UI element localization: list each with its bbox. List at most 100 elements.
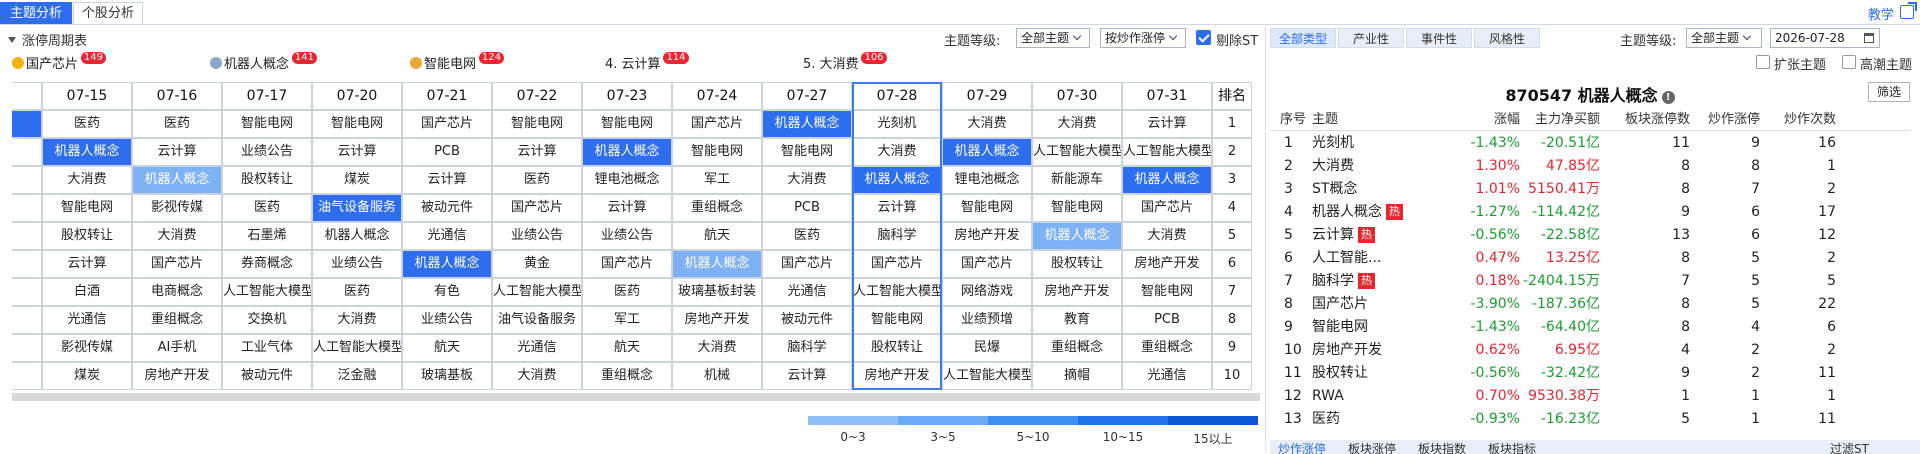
theme-cell[interactable]: 国产芯片 [402,110,492,138]
theme-level-select[interactable]: 全部主题 [1016,28,1090,48]
theme-cell[interactable]: 医药 [312,278,402,306]
column-header[interactable]: 板块涨停数 [1625,108,1690,131]
sort-select[interactable]: 按炒作涨停 [1100,28,1186,48]
theme-cell[interactable]: 国产芯片 [132,250,222,278]
theme-cell[interactable]: 教育 [1032,306,1122,334]
column-header[interactable]: 涨幅 [1494,108,1520,131]
theme-cell[interactable]: 被动元件 [762,306,852,334]
theme-cell[interactable]: 医药 [492,166,582,194]
theme-cell[interactable]: 大消费 [132,222,222,250]
theme-cell[interactable]: 玻璃基板 [402,362,492,390]
theme-cell[interactable]: 国产芯片 [1122,194,1212,222]
column-header[interactable]: 主力净买额 [1535,108,1600,131]
theme-cell[interactable]: 智能电网 [42,194,132,222]
theme-cell[interactable]: 股权转让 [1032,250,1122,278]
table-row[interactable]: 3 ST概念 1.01% 5150.41万 8 7 2 [1270,178,1910,201]
theme-cell[interactable]: 锂电池概念 [942,166,1032,194]
theme-cell[interactable]: AI手机 [132,334,222,362]
external-link-icon[interactable] [1900,2,1917,19]
filter-button[interactable]: 筛选 [1868,82,1910,102]
theme-cell[interactable]: 国产芯片 [942,250,1032,278]
theme-cell[interactable]: 机器人概念 [852,166,942,194]
theme-cell[interactable]: 大消费 [672,334,762,362]
table-row[interactable]: 13 医药 -0.93% -16.23亿 5 1 11 [1270,408,1910,431]
table-row[interactable]: 10 房地产开发 0.62% 6.95亿 4 2 2 [1270,339,1910,362]
theme-cell[interactable]: 房地产开发 [942,222,1032,250]
table-row[interactable]: 12 RWA 0.70% 9530.38万 1 1 1 [1270,385,1910,408]
theme-cell[interactable]: PCB [402,138,492,166]
table-row[interactable]: 1 光刻机 -1.43% -20.51亿 11 9 16 [1270,132,1910,155]
column-header[interactable]: 序号 [1280,108,1306,131]
table-row[interactable]: 4 机器人概念热 -1.27% -114.42亿 9 6 17 [1270,201,1910,224]
theme-cell[interactable]: 业绩公告 [492,222,582,250]
theme-cell[interactable]: 军工 [582,306,672,334]
theme-cell[interactable]: 光通信 [762,278,852,306]
theme-cell[interactable]: 玻璃基板封装 [672,278,762,306]
theme-cell[interactable]: 智能电网 [582,110,672,138]
horizontal-scrollbar[interactable] [12,393,1260,401]
theme-cell[interactable]: 国产芯片 [852,250,942,278]
theme-cell[interactable]: 新能源车 [1032,166,1122,194]
theme-cell[interactable]: 人工智能大模型 [222,278,312,306]
theme-cell[interactable]: 人工智能大模型 [1122,138,1212,166]
theme-cell[interactable]: 告 [12,278,42,306]
tab-theme-analysis[interactable]: 主题分析 [0,2,72,24]
theme-cell[interactable]: 机器人概念 [1122,166,1212,194]
theme-cell[interactable]: 网络游戏 [942,278,1032,306]
theme-cell[interactable]: 人工智能大模型 [312,334,402,362]
column-header[interactable]: 07-28 [852,82,942,110]
theme-cell[interactable]: 智能电网 [852,306,942,334]
theme-cell[interactable]: 业绩公告 [402,306,492,334]
theme-cell[interactable]: 光通信 [42,306,132,334]
theme-cell[interactable]: 医药 [132,110,222,138]
type-tab[interactable]: 事件性 [1406,28,1472,48]
theme-cell[interactable]: 房地产开发 [672,306,762,334]
theme-cell[interactable]: 摘帽 [1032,362,1122,390]
column-header[interactable]: 07-30 [1032,82,1122,110]
right-level-select[interactable]: 全部主题 [1686,28,1762,48]
column-header[interactable]: 07-20 [312,82,402,110]
theme-cell[interactable]: 机器人概念 [402,250,492,278]
column-header[interactable]: 4 [12,82,42,110]
theme-cell[interactable]: 大消费 [762,166,852,194]
theme-cell[interactable]: 影视传媒 [42,334,132,362]
theme-cell[interactable]: 智能电网 [1032,194,1122,222]
theme-cell[interactable]: 大消费 [1032,110,1122,138]
theme-cell[interactable] [12,166,42,194]
theme-cell[interactable]: 智能电网 [222,110,312,138]
theme-cell[interactable]: 大消费 [852,138,942,166]
theme-cell[interactable]: 房地产开发 [852,362,942,390]
theme-cell[interactable]: 光通信 [1122,362,1212,390]
tide-theme-checkbox[interactable] [1842,55,1856,69]
theme-cell[interactable]: 光通信 [402,222,492,250]
theme-cell[interactable]: 重组概念 [132,306,222,334]
theme-cell[interactable]: 机器人概念 [942,138,1032,166]
theme-cell[interactable]: 国产芯片 [582,250,672,278]
theme-cell[interactable]: 人工智能大模型 [492,278,582,306]
theme-cell[interactable]: 云计算 [852,194,942,222]
theme-cell[interactable]: 医药 [222,194,312,222]
top-theme-1[interactable]: 国产芯片 149 [12,52,107,74]
theme-cell[interactable]: 大消费 [312,306,402,334]
theme-cell[interactable]: 机器人概念 [42,138,132,166]
theme-cell[interactable]: 被动元件 [222,362,312,390]
theme-cell[interactable]: 云计算 [312,138,402,166]
theme-cell[interactable]: 人工智能大模型 [1032,138,1122,166]
column-header[interactable]: 07-21 [402,82,492,110]
table-row[interactable]: 8 国产芯片 -3.90% -187.36亿 8 5 22 [1270,293,1910,316]
table-row[interactable]: 5 云计算热 -0.56% -22.58亿 13 6 12 [1270,224,1910,247]
theme-cell[interactable]: 业绩预增 [942,306,1032,334]
date-picker[interactable]: 2026-07-28 [1770,28,1880,48]
theme-cell[interactable]: 脑科学 [762,334,852,362]
theme-cell[interactable]: i服务 [12,194,42,222]
table-row[interactable]: 11 股权转让 -0.56% -32.42亿 9 2 11 [1270,362,1910,385]
theme-cell[interactable]: 人工智能大模型 [852,278,942,306]
theme-cell[interactable]: 光刻机 [852,110,942,138]
theme-cell[interactable]: 航天 [402,334,492,362]
expand-theme-checkbox[interactable] [1756,55,1770,69]
top-theme-4[interactable]: 4. 云计算 114 [605,52,689,74]
theme-cell[interactable]: 股权转让 [42,222,132,250]
theme-cell[interactable]: 被动元件 [402,194,492,222]
theme-cell[interactable]: 房地产开发 [1122,250,1212,278]
theme-cell[interactable]: 交换机 [222,306,312,334]
